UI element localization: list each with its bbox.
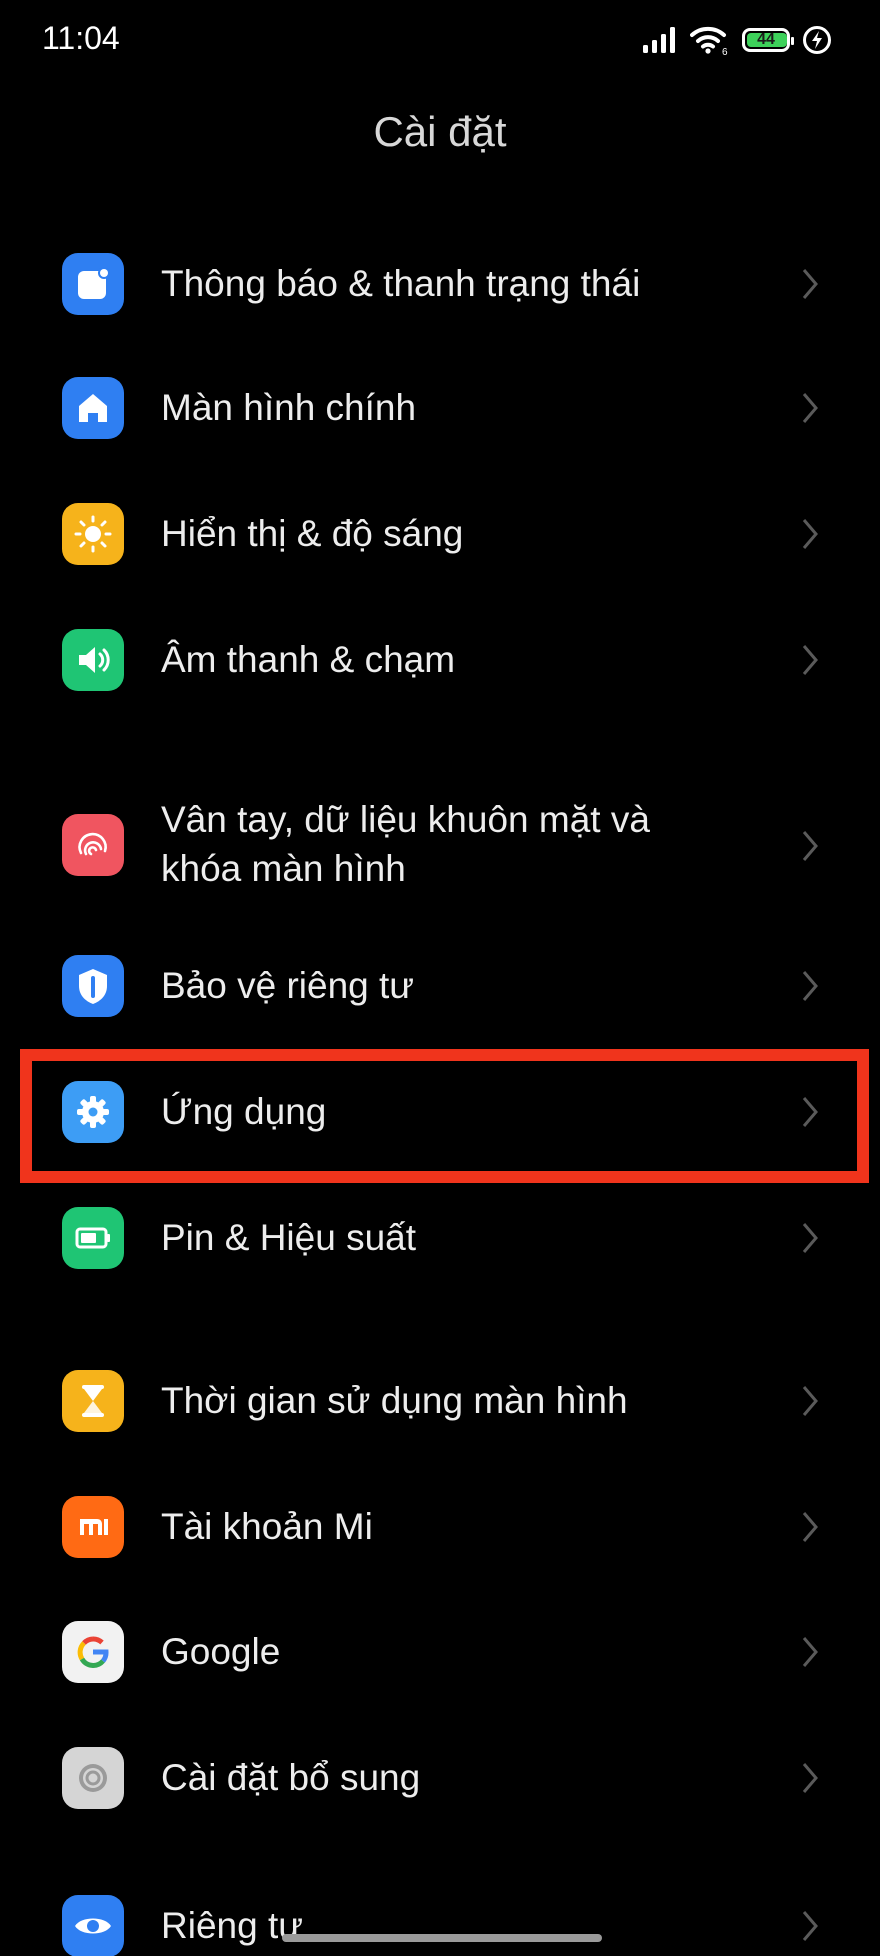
settings-item-privacy[interactable]: Riêng tư — [0, 1890, 880, 1956]
notification-icon — [62, 253, 124, 315]
settings-item-google[interactable]: Google — [0, 1604, 880, 1704]
chevron-right-icon — [802, 269, 818, 299]
signal-bars-icon — [643, 27, 675, 53]
settings-item-screen-time[interactable]: Thời gian sử dụng màn hình — [0, 1353, 880, 1453]
brightness-sun-icon — [62, 503, 124, 565]
battery-indicator: 44 — [742, 28, 794, 52]
settings-item-label-line1: Vân tay, dữ liệu khuôn mặt và — [161, 799, 650, 840]
status-bar: 11:04 6 44 — [0, 0, 880, 80]
status-icons: 6 44 — [642, 22, 832, 58]
page-title: Cài đặt — [373, 108, 507, 155]
settings-item-label: Tài khoản Mi — [161, 1506, 373, 1547]
settings-item-label: Riêng tư — [161, 1905, 304, 1946]
chevron-right-icon — [802, 519, 818, 549]
gear-outline-icon — [62, 1747, 124, 1809]
chevron-right-icon — [802, 1637, 818, 1667]
mi-logo-icon — [62, 1496, 124, 1558]
settings-item-label: Thời gian sử dụng màn hình — [161, 1380, 628, 1421]
chevron-right-icon — [802, 831, 818, 861]
svg-text:6: 6 — [722, 47, 728, 56]
settings-item-home-screen[interactable]: Màn hình chính — [0, 360, 880, 460]
settings-item-label: Hiển thị & độ sáng — [161, 513, 464, 554]
eye-icon — [62, 1895, 124, 1956]
wifi-6-icon: 6 — [690, 26, 728, 56]
settings-item-label: Màn hình chính — [161, 387, 417, 428]
speaker-icon — [62, 629, 124, 691]
chevron-right-icon — [802, 1223, 818, 1253]
chevron-right-icon — [802, 1512, 818, 1542]
chevron-right-icon — [802, 393, 818, 423]
privacy-shield-icon — [62, 955, 124, 1017]
fingerprint-icon — [62, 814, 124, 876]
settings-item-additional-settings[interactable]: Cài đặt bổ sung — [0, 1729, 880, 1829]
home-icon — [62, 377, 124, 439]
settings-item-display[interactable]: Hiển thị & độ sáng — [0, 485, 880, 585]
battery-level: 44 — [757, 31, 775, 48]
settings-item-privacy-protection[interactable]: Bảo vệ riêng tư — [0, 938, 880, 1038]
settings-item-battery-performance[interactable]: Pin & Hiệu suất — [0, 1189, 880, 1289]
settings-item-mi-account[interactable]: Tài khoản Mi — [0, 1478, 880, 1578]
settings-item-fingerprint-face-lock[interactable]: Vân tay, dữ liệu khuôn mặt và khóa màn h… — [0, 790, 880, 900]
home-indicator[interactable] — [282, 1934, 602, 1942]
settings-item-label: Cài đặt bổ sung — [161, 1757, 421, 1798]
highlight-box — [20, 1049, 869, 1183]
settings-item-label: Bảo vệ riêng tư — [161, 965, 415, 1006]
settings-item-label: Thông báo & thanh trạng thái — [161, 263, 641, 304]
chevron-right-icon — [802, 1386, 818, 1416]
settings-item-label: Pin & Hiệu suất — [161, 1217, 417, 1258]
settings-item-label-line2: khóa màn hình — [161, 848, 406, 889]
battery-icon — [62, 1207, 124, 1269]
chevron-right-icon — [802, 1911, 818, 1941]
status-time: 11:04 — [42, 20, 120, 56]
google-logo-icon — [62, 1621, 124, 1683]
chevron-right-icon — [802, 645, 818, 675]
settings-item-notifications[interactable]: Thông báo & thanh trạng thái — [0, 234, 880, 334]
settings-item-label: Âm thanh & chạm — [161, 639, 456, 680]
settings-item-label: Google — [161, 1631, 281, 1672]
settings-item-sound[interactable]: Âm thanh & chạm — [0, 610, 880, 710]
chevron-right-icon — [802, 971, 818, 1001]
chevron-right-icon — [802, 1763, 818, 1793]
hourglass-icon — [62, 1370, 124, 1432]
charging-bolt-icon — [803, 26, 831, 54]
